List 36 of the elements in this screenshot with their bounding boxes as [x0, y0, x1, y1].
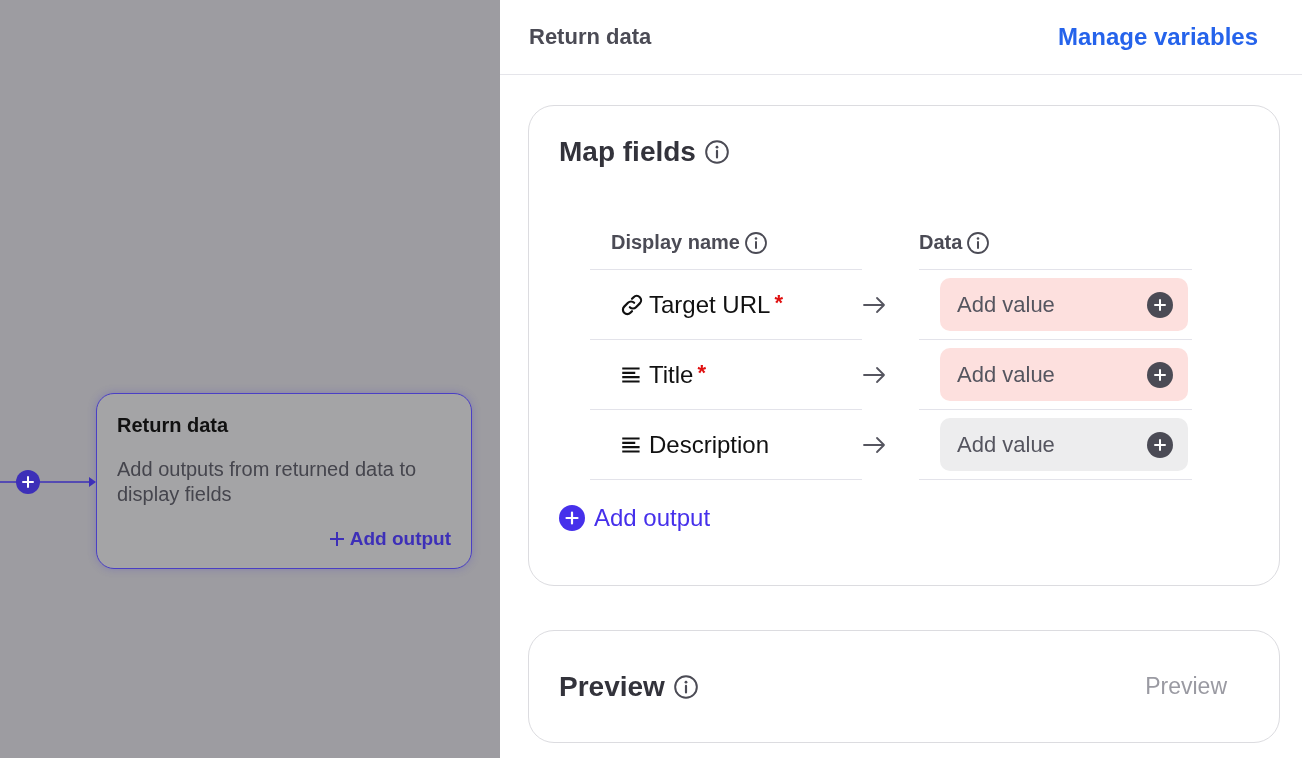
node-title: Return data — [117, 414, 230, 437]
arrow-right-icon — [862, 434, 888, 455]
add-icon[interactable] — [1147, 361, 1173, 388]
preview-button[interactable]: Preview — [1143, 669, 1229, 704]
column-header: Display name — [611, 231, 740, 254]
plus-icon — [327, 530, 346, 548]
value-input[interactable]: Add value — [955, 290, 1147, 319]
value-field[interactable]: Add value — [940, 418, 1188, 471]
add-output-link[interactable]: Add output — [327, 528, 451, 550]
info-icon[interactable] — [966, 230, 991, 255]
value-field[interactable]: Add value — [940, 278, 1188, 331]
value-input[interactable]: Add value — [955, 430, 1147, 459]
arrow-right-icon — [862, 364, 888, 385]
info-icon[interactable] — [703, 139, 730, 165]
add-icon — [559, 505, 585, 531]
value-input[interactable]: Add value — [955, 360, 1147, 389]
add-icon[interactable] — [1147, 291, 1173, 318]
panel-title: Return data — [529, 24, 652, 50]
required-mark: * — [774, 290, 783, 316]
info-icon[interactable] — [672, 673, 699, 700]
manage-variables-link[interactable]: Manage variables — [1057, 23, 1258, 51]
add-step-icon[interactable] — [15, 469, 41, 495]
field-name: Description — [649, 430, 770, 459]
field-name: Title — [649, 360, 694, 389]
column-header: Data — [919, 231, 963, 254]
card-title: Map fields — [559, 136, 696, 168]
value-field[interactable]: Add value — [940, 348, 1188, 401]
add-icon[interactable] — [1147, 431, 1173, 458]
card-title: Preview — [559, 670, 665, 703]
node-card[interactable]: Return data Add outputs from returned data to display fields Add output — [96, 393, 472, 569]
add-output-button[interactable]: Add output — [559, 504, 711, 532]
arrow-right-icon — [862, 294, 888, 315]
required-mark: * — [697, 360, 706, 386]
info-icon[interactable] — [743, 230, 768, 255]
field-name: Target URL — [649, 290, 771, 319]
node-description: Add outputs from returned data to display fields — [117, 457, 417, 507]
